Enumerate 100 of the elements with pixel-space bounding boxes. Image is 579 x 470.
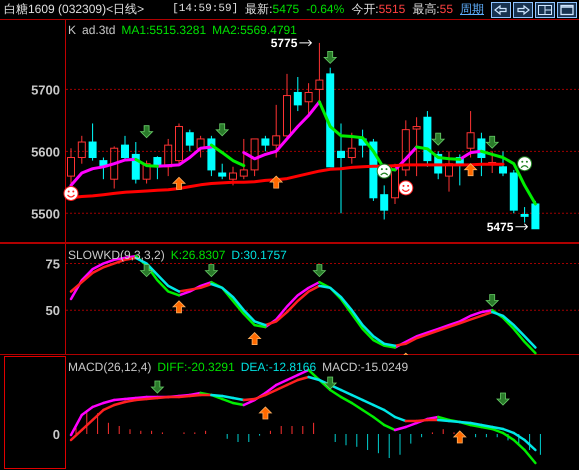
arrow-left-icon	[493, 4, 509, 16]
candlestick	[88, 122, 97, 162]
candlestick	[67, 148, 75, 186]
arrow-right-button[interactable]	[513, 2, 533, 18]
quote-value: -0.64%	[306, 2, 344, 16]
candlestick	[240, 138, 248, 180]
candlestick	[445, 150, 453, 192]
legend-text: MA1:5515.3281	[121, 23, 206, 37]
candlestick	[402, 120, 410, 177]
price-label: 5775	[270, 36, 298, 50]
up-arrow-icon	[172, 176, 186, 190]
arrow-right-icon	[515, 4, 531, 16]
legend-text: K:26.8307	[170, 248, 226, 262]
candlestick	[294, 76, 302, 112]
legend-text: DEA:-12.8166	[240, 360, 316, 374]
axis-tick-label: 75	[46, 256, 60, 272]
split-window-icon	[537, 4, 553, 16]
axis-tick-label: 50	[46, 303, 60, 318]
down-arrow-icon	[431, 132, 446, 146]
candlestick	[132, 142, 140, 184]
candlestick	[520, 206, 529, 224]
quote-value: 55	[440, 2, 453, 16]
maximize-icon	[559, 4, 575, 16]
candlestick	[283, 73, 291, 140]
down-arrow-icon	[496, 392, 510, 406]
split-window-button[interactable]	[535, 2, 555, 18]
candlestick	[218, 163, 226, 180]
quote-label: 最新:	[245, 2, 273, 16]
down-arrow-icon	[215, 123, 230, 136]
legend-text: SLOWKD(9,3,3,2)	[68, 248, 165, 262]
candlestick	[78, 135, 86, 164]
candlestick	[412, 116, 421, 177]
candlestick	[456, 154, 464, 186]
up-arrow-icon	[269, 176, 284, 188]
down-arrow-icon	[150, 380, 164, 394]
quote-label: 最高:	[412, 2, 440, 16]
frowning-face-icon	[376, 164, 392, 179]
legend-text: MACD:-15.0249	[322, 360, 408, 374]
candlestick	[466, 110, 475, 158]
up-arrow-icon	[248, 332, 262, 345]
candlestick	[380, 184, 388, 220]
candlestick	[499, 150, 507, 177]
candlestick	[272, 104, 280, 158]
down-arrow-icon	[485, 294, 500, 308]
candlestick	[250, 138, 259, 177]
candlestick	[110, 146, 118, 189]
down-arrow-icon	[323, 376, 338, 390]
candlestick	[153, 156, 162, 180]
candlestick	[315, 42, 324, 102]
candlestick	[142, 160, 151, 184]
axis-tick-label: 5700	[31, 82, 60, 98]
candlestick	[261, 135, 270, 152]
up-arrow-icon	[464, 163, 478, 176]
candlestick	[488, 150, 496, 174]
down-arrow-icon	[140, 125, 154, 138]
up-arrow-icon	[452, 430, 467, 444]
pointer-arrow-icon	[514, 223, 528, 230]
candlestick	[196, 135, 205, 158]
candlestick	[434, 150, 442, 180]
legend-text: ad.3td	[82, 23, 116, 37]
period-link[interactable]: 周期	[460, 0, 484, 19]
quote-value: 5515	[378, 2, 406, 16]
arrow-left-button[interactable]	[491, 2, 511, 18]
candlestick	[175, 122, 183, 164]
chart-title: 白糖1609 (032309)<日线>	[4, 1, 144, 18]
legend-text: MA2:5569.4791	[212, 23, 297, 37]
legend-text: D:30.1757	[231, 248, 287, 262]
pointer-arrow-icon	[298, 39, 312, 46]
maximize-button[interactable]	[557, 2, 577, 18]
candlestick	[164, 138, 172, 177]
down-arrow-icon	[204, 264, 218, 278]
candlestick	[304, 82, 313, 115]
up-arrow-icon	[172, 300, 186, 314]
candlestick	[358, 129, 367, 158]
legend-text: K	[68, 23, 76, 37]
quote-label: 今开:	[351, 2, 379, 16]
legend-text: MACD(26,12,4)	[68, 360, 152, 374]
up-arrow-icon	[258, 406, 272, 420]
down-arrow-icon	[485, 136, 500, 149]
candlestick	[207, 135, 216, 177]
smiley-face-icon	[64, 186, 78, 201]
down-arrow-icon	[140, 264, 154, 278]
quote-value: 5475	[272, 2, 300, 16]
candlestick	[348, 132, 356, 164]
axis-tick-label: 5600	[31, 144, 60, 160]
candlestick	[510, 169, 518, 214]
down-arrow-icon	[323, 50, 338, 64]
axis-tick-label: 0	[52, 427, 60, 442]
smiley-face-icon	[398, 180, 414, 196]
candlestick	[229, 166, 237, 186]
candlestick	[186, 129, 194, 152]
candlestick	[477, 132, 486, 177]
down-arrow-icon	[312, 264, 326, 278]
legend-text: DIFF:-20.3291	[157, 360, 235, 374]
axis-tick-label: 5500	[31, 206, 60, 222]
candlestick	[99, 157, 108, 180]
quote-time: [14:59:59]	[172, 2, 238, 17]
frowning-face-icon	[517, 156, 532, 172]
price-label: 5475	[486, 220, 514, 234]
candlestick	[423, 110, 432, 168]
